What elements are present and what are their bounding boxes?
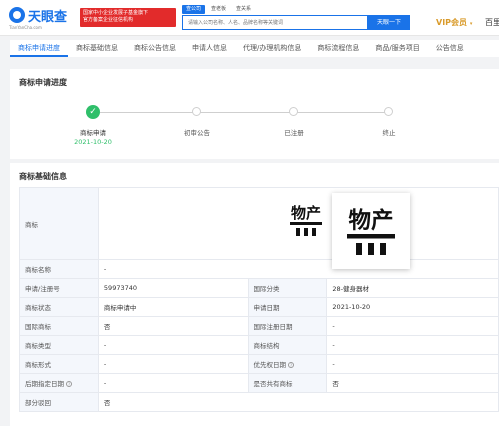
- row-label: 后期指定日期?: [19, 373, 99, 393]
- search-type-tabs: 查公司 查老板 查关系: [182, 5, 255, 14]
- search-tab-boss[interactable]: 查老板: [207, 5, 230, 14]
- promo-banner[interactable]: 国家中小企业发展子基金旗下 官方备案企业征信机构: [80, 8, 176, 27]
- row-label: 部分驳回: [19, 392, 99, 412]
- user-menu[interactable]: 百里: [485, 17, 499, 28]
- row-label: 商标结构: [247, 335, 328, 355]
- search-input[interactable]: [182, 15, 368, 30]
- search-tab-company[interactable]: 查公司: [182, 5, 206, 14]
- trademark-type-value: -: [97, 335, 249, 355]
- table-row: 申请/注册号 59973740 国际分类 28-健身器材: [19, 278, 499, 298]
- trademark-structure-value: -: [326, 335, 499, 355]
- trademark-logo-small: 物产: [290, 204, 322, 236]
- tab-process-info[interactable]: 商标流程信息: [309, 40, 367, 57]
- row-label: 国际分类: [247, 278, 328, 298]
- table-row: 后期指定日期? - 是否共有商标 否: [19, 373, 499, 393]
- priority-date-value: -: [326, 354, 499, 374]
- row-label: 国际商标: [19, 316, 99, 336]
- table-row: 商标: [19, 187, 499, 260]
- step-pending-dot: [289, 107, 298, 116]
- search-tab-relation[interactable]: 查关系: [232, 5, 255, 14]
- row-label: 优先权日期?: [247, 354, 328, 374]
- basic-info-table: 商标 商标名称 - 申请/注册号 59973740 国际分类 28-健身器材 商…: [19, 187, 499, 412]
- trademark-logo-text: 物产: [291, 204, 321, 222]
- step-pending-dot: [192, 107, 201, 116]
- row-label: 商标状态: [19, 297, 99, 317]
- later-designation-label: 后期指定日期: [25, 380, 64, 388]
- info-icon[interactable]: ?: [66, 381, 72, 387]
- table-row: 部分驳回 否: [19, 392, 499, 412]
- intl-registration-date-value: -: [326, 316, 499, 336]
- trademark-label: 商标: [19, 187, 99, 260]
- trademark-logo-large: 物产: [347, 207, 395, 255]
- row-label: 申请/注册号: [19, 278, 99, 298]
- trademark-status-value: 商标申请中: [97, 297, 249, 317]
- check-icon: ✓: [86, 105, 100, 119]
- tab-notice-info[interactable]: 公告信息: [428, 40, 472, 57]
- table-row: 商标形式 - 优先权日期? -: [19, 354, 499, 374]
- tab-applicant-info[interactable]: 申请人信息: [184, 40, 235, 57]
- table-row: 商标类型 - 商标结构 -: [19, 335, 499, 355]
- trademark-logo-text: 物产: [348, 207, 393, 234]
- progress-panel: 商标申请进度 ✓ 商标申请 2021-10-20 初审公告 已注册 终止: [10, 69, 499, 159]
- later-designation-value: -: [97, 373, 249, 393]
- tab-announcement-info[interactable]: 商标公告信息: [126, 40, 184, 57]
- trademark-image-preview: 物产: [332, 193, 410, 269]
- row-label: 商标类型: [19, 335, 99, 355]
- row-label: 申请日期: [247, 297, 328, 317]
- step-label-applied: 商标申请: [80, 129, 106, 137]
- trademark-image-thumbnail[interactable]: 物产: [280, 194, 332, 246]
- tab-agency-info[interactable]: 代理/办理机构信息: [235, 40, 309, 57]
- table-row: 商标状态 商标申请中 申请日期 2021-10-20: [19, 297, 499, 317]
- intl-trademark-value: 否: [97, 316, 249, 336]
- table-row: 商标名称 -: [19, 259, 499, 279]
- search-button[interactable]: 天眼一下: [368, 15, 410, 30]
- trademark-form-value: -: [97, 354, 249, 374]
- registration-number-value: 59973740: [97, 278, 249, 298]
- row-label: 商标形式: [19, 354, 99, 374]
- basic-info-panel: 商标基础信息 商标 商标名称 - 申请/注册号 59973740 国际分类 28…: [10, 163, 499, 426]
- info-icon[interactable]: ?: [288, 362, 295, 368]
- step-label-registered: 已注册: [284, 129, 304, 137]
- progress-track: [100, 112, 388, 113]
- tab-application-progress[interactable]: 商标申请进度: [10, 40, 68, 57]
- site-logo[interactable]: 天眼查 TianYanCha.com: [9, 6, 67, 30]
- trademark-name-value: -: [97, 259, 499, 279]
- partial-rejection-value: 否: [97, 392, 499, 412]
- intl-class-value: 28-健身器材: [326, 278, 499, 298]
- table-row: 国际商标 否 国际注册日期 -: [19, 316, 499, 336]
- vip-label: VIP会员: [436, 18, 468, 27]
- logo-text: 天眼查: [28, 10, 68, 25]
- promo-line-2: 官方备案企业征信机构: [83, 17, 134, 23]
- basic-section-title: 商标基础信息: [19, 172, 67, 181]
- chevron-down-icon: ▾: [469, 21, 473, 27]
- promo-line-1: 国家中小企业发展子基金旗下: [83, 10, 149, 16]
- row-label: 商标名称: [19, 259, 99, 279]
- step-label-preliminary: 初审公告: [184, 129, 210, 137]
- priority-date-label: 优先权日期: [253, 361, 287, 369]
- vip-member-link[interactable]: VIP会员 ▾: [436, 17, 472, 28]
- row-label: 是否共有商标: [247, 373, 328, 393]
- progress-section-title: 商标申请进度: [19, 78, 67, 87]
- detail-tab-bar: 商标申请进度 商标基础信息 商标公告信息 申请人信息 代理/办理机构信息 商标流…: [10, 40, 499, 57]
- tab-goods-services[interactable]: 商品/服务项目: [367, 40, 427, 57]
- logo-subtext: TianYanCha.com: [9, 25, 42, 30]
- step-pending-dot: [384, 107, 393, 116]
- row-label: 国际注册日期: [247, 316, 328, 336]
- application-date-value: 2021-10-20: [326, 297, 499, 317]
- eye-icon: [9, 7, 25, 23]
- tab-basic-info[interactable]: 商标基础信息: [68, 40, 126, 57]
- step-label-terminated: 终止: [382, 129, 396, 137]
- top-header: 天眼查 TianYanCha.com 国家中小企业发展子基金旗下 官方备案企业征…: [0, 0, 499, 36]
- shared-trademark-value: 否: [326, 373, 499, 393]
- step-date-applied: 2021-10-20: [74, 138, 112, 146]
